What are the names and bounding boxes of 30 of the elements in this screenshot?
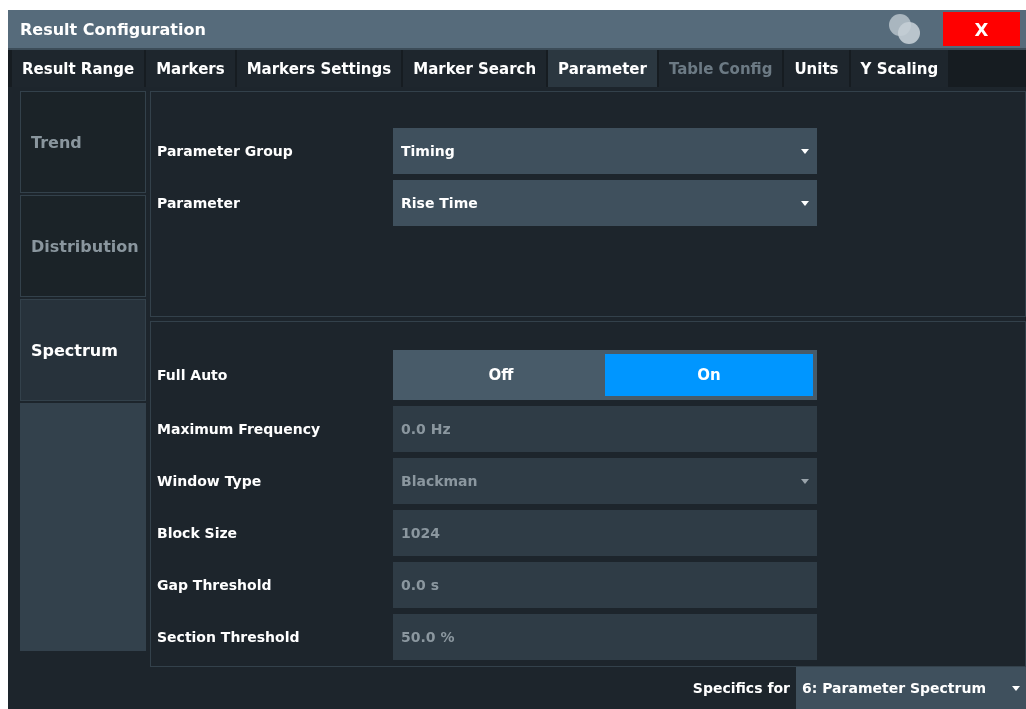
side-tab[interactable]: Trend [20, 91, 146, 193]
tab[interactable]: Markers Settings [236, 50, 402, 87]
field-label: Parameter [156, 195, 241, 211]
tab[interactable]: Markers [146, 50, 235, 87]
window-title: Result Configuration [20, 19, 207, 39]
circles-icon [887, 12, 921, 47]
specifics-dropdown[interactable]: 6: Parameter Spectrum [796, 667, 1026, 709]
toggle-option[interactable]: Off [397, 354, 605, 396]
tab[interactable]: Result Range [12, 50, 145, 87]
tab[interactable]: Parameter [548, 50, 657, 87]
caret-icon [801, 478, 809, 484]
tab[interactable]: Units [784, 50, 849, 87]
caret-icon [1012, 685, 1020, 691]
tab[interactable]: Marker Search [403, 50, 547, 87]
side-tab[interactable]: Spectrum [20, 299, 146, 401]
dropdown-field[interactable]: Timing [393, 128, 817, 174]
caret-icon [801, 148, 809, 154]
field-label: Window Type [156, 473, 263, 489]
footer-label: Specifics for [692, 680, 790, 696]
field-label: Maximum Frequency [156, 421, 322, 437]
field-label: Block Size [156, 525, 239, 541]
caret-icon [801, 200, 809, 206]
field-label: Gap Threshold [156, 577, 273, 593]
field-label: Full Auto [156, 367, 229, 383]
side-tab[interactable]: Distribution [20, 195, 146, 297]
dropdown-field[interactable]: Rise Time [393, 180, 817, 226]
field-label: Section Threshold [156, 629, 301, 645]
close-button[interactable]: X [943, 12, 1020, 47]
tab[interactable]: Y Scaling [850, 50, 949, 87]
field-label: Parameter Group [156, 143, 294, 159]
